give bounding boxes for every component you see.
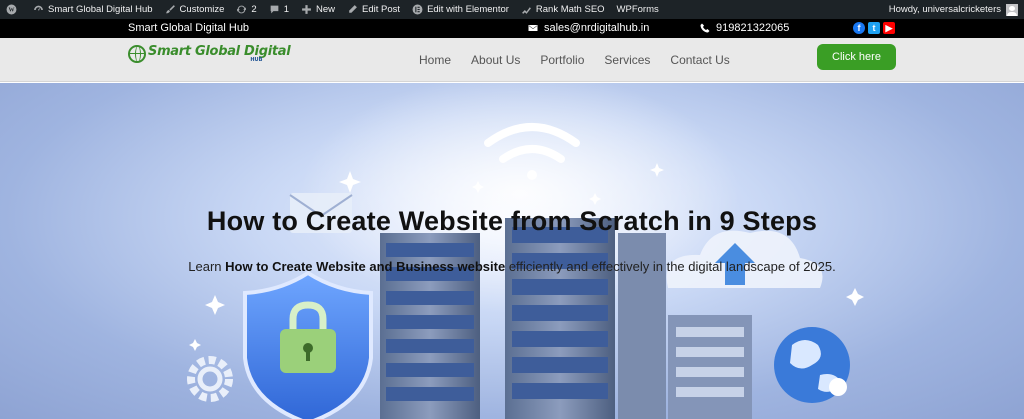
admin-edit-post-label: Edit Post xyxy=(362,4,401,15)
dashboard-icon xyxy=(34,5,43,11)
server-rack-center xyxy=(505,218,615,419)
logo-title: Smart Global Digital xyxy=(148,44,291,59)
site-logo[interactable]: Smart Global Digital HUB xyxy=(128,44,291,63)
top-bar-phone-text: 919821322065 xyxy=(716,22,790,34)
admin-site-name-label: Smart Global Digital Hub xyxy=(48,4,153,15)
hero-subtitle: Learn How to Create Website and Business… xyxy=(0,259,1024,274)
admin-new-label: New xyxy=(316,4,336,15)
top-bar-email-text: sales@nrdigitalhub.in xyxy=(544,22,650,34)
nav-portfolio[interactable]: Portfolio xyxy=(540,53,584,67)
admin-updates[interactable]: 2 xyxy=(230,0,262,19)
admin-rank-math-label: Rank Math SEO xyxy=(535,4,605,15)
admin-customize-label: Customize xyxy=(179,4,225,15)
top-bar-phone[interactable]: 919821322065 xyxy=(700,22,789,34)
nav-contact-us[interactable]: Contact Us xyxy=(670,53,729,67)
brush-icon xyxy=(165,5,175,14)
admin-comments-count: 1 xyxy=(283,4,290,15)
admin-customize[interactable]: Customize xyxy=(159,0,231,19)
admin-wpforms-label: WPForms xyxy=(616,4,659,15)
hero-subtitle-bold: How to Create Website and Business websi… xyxy=(225,259,506,274)
phone-icon xyxy=(700,23,710,33)
admin-howdy[interactable]: Howdy, universalcricketers xyxy=(889,4,1001,15)
wordpress-logo-icon[interactable]: W xyxy=(0,0,27,19)
updates-icon xyxy=(237,5,247,14)
hero-illustration xyxy=(187,83,864,419)
pencil-icon xyxy=(349,5,357,13)
shield-lock-icon xyxy=(243,270,373,419)
elementor-icon xyxy=(412,4,423,15)
logo-subtitle: HUB xyxy=(250,57,263,63)
envelope-icon xyxy=(528,25,538,31)
nav-home[interactable]: Home xyxy=(419,53,451,67)
admin-new[interactable]: New xyxy=(295,0,341,19)
globe-icon xyxy=(128,45,146,63)
youtube-icon[interactable]: ▶ xyxy=(883,22,895,34)
nav-services[interactable]: Services xyxy=(604,53,650,67)
top-bar-email[interactable]: sales@nrdigitalhub.in xyxy=(528,22,649,34)
admin-rank-math[interactable]: Rank Math SEO xyxy=(515,0,611,19)
admin-edit-post[interactable]: Edit Post xyxy=(341,0,406,19)
admin-wpforms[interactable]: WPForms xyxy=(611,0,665,19)
gear-icon xyxy=(187,356,233,402)
rank-math-icon xyxy=(522,7,531,14)
hero-section: How to Create Website from Scratch in 9 … xyxy=(0,83,1024,419)
admin-edit-elementor[interactable]: Edit with Elementor xyxy=(406,0,515,19)
hero-subtitle-prefix: Learn xyxy=(188,259,226,274)
social-links: f t ▶ xyxy=(853,22,895,34)
avatar[interactable] xyxy=(1006,3,1018,16)
globe-icon xyxy=(774,327,850,403)
plus-icon xyxy=(302,5,311,14)
svg-text:W: W xyxy=(8,8,14,14)
hero-subtitle-suffix: efficiently and effectively in the digit… xyxy=(505,259,836,274)
top-bar-brand: Smart Global Digital Hub xyxy=(128,22,250,34)
admin-site-name[interactable]: Smart Global Digital Hub xyxy=(27,0,159,19)
main-nav: Home About Us Portfolio Services Contact… xyxy=(419,53,750,67)
twitter-icon[interactable]: t xyxy=(868,22,880,34)
nav-about-us[interactable]: About Us xyxy=(471,53,520,67)
click-here-button[interactable]: Click here xyxy=(817,44,896,70)
comment-icon xyxy=(270,5,279,14)
top-info-bar: Smart Global Digital Hub sales@nrdigital… xyxy=(0,19,1024,38)
facebook-icon[interactable]: f xyxy=(853,22,865,34)
site-header: Smart Global Digital HUB Home About Us P… xyxy=(0,38,1024,82)
admin-comments[interactable]: 1 xyxy=(263,0,295,19)
wp-admin-bar: W Smart Global Digital Hub Customize 2 1… xyxy=(0,0,1024,19)
admin-updates-count: 2 xyxy=(251,4,257,15)
hero-title: How to Create Website from Scratch in 9 … xyxy=(206,206,818,236)
admin-edit-elementor-label: Edit with Elementor xyxy=(427,4,509,15)
